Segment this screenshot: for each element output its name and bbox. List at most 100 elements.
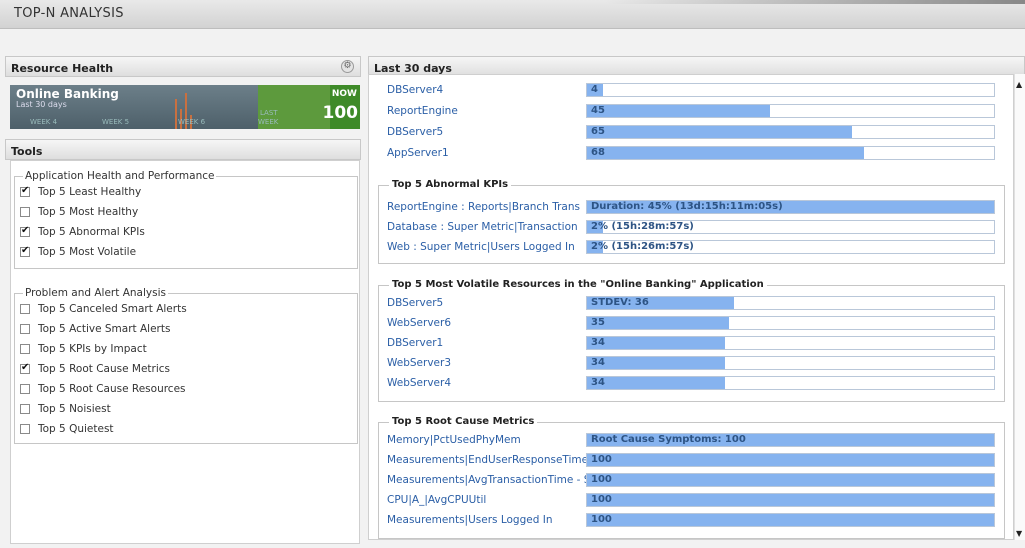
value-label: 35 (591, 317, 605, 328)
checkbox-item[interactable]: Top 5 Root Cause Resources (20, 381, 186, 397)
checkbox-label: Top 5 Noisiest (38, 403, 111, 415)
resource-link[interactable]: DBServer5 (387, 126, 443, 138)
result-row: DBServer5 65 (387, 125, 995, 141)
resource-link[interactable]: DBServer1 (387, 337, 443, 349)
resource-link[interactable]: Measurements|EndUserResponseTime (387, 454, 588, 466)
gear-icon[interactable]: ⚙ (341, 60, 354, 73)
value-label: 4 (591, 84, 598, 95)
checkbox[interactable] (20, 362, 30, 374)
value-track: 68 (586, 146, 995, 160)
resource-link[interactable]: Measurements|AvgTransactionTime - S (387, 474, 590, 486)
checkbox-label: Top 5 Root Cause Metrics (38, 363, 171, 375)
tools-title: Tools (11, 145, 43, 158)
value-bar (587, 147, 864, 159)
resource-link[interactable]: WebServer3 (387, 357, 451, 369)
health-score: 100 (322, 103, 359, 123)
value-label: 34 (591, 377, 605, 388)
scroll-down-icon[interactable]: ▼ (1016, 529, 1022, 538)
resource-link[interactable]: Measurements|Users Logged In (387, 514, 552, 526)
checkbox-item[interactable]: Top 5 Active Smart Alerts (20, 321, 170, 337)
checkbox[interactable] (20, 304, 30, 314)
title-bar-shade (605, 0, 1025, 4)
result-row: Measurements|Users Logged In 100 (387, 513, 995, 529)
value-bar (587, 474, 994, 486)
resource-link[interactable]: CPU|A_|AvgCPUUtil (387, 494, 486, 506)
value-label: STDEV: 36 (591, 297, 649, 308)
checkbox[interactable] (20, 185, 30, 197)
value-label: 45 (591, 105, 605, 116)
value-track: 100 (586, 453, 995, 467)
checkbox-item[interactable]: Top 5 Abnormal KPIs (20, 224, 145, 240)
scroll-up-icon[interactable]: ▲ (1016, 80, 1022, 89)
checkbox[interactable] (20, 324, 30, 334)
value-label: 100 (591, 514, 612, 525)
value-track: 100 (586, 473, 995, 487)
checkbox[interactable] (20, 225, 30, 237)
value-label: 34 (591, 357, 605, 368)
resource-link[interactable]: DBServer4 (387, 84, 443, 96)
result-row: WebServer4 34 (387, 376, 995, 392)
checkbox-item[interactable]: Top 5 Noisiest (20, 401, 111, 417)
problem-alert-legend: Problem and Alert Analysis (25, 287, 166, 299)
value-label: 2% (15h:28m:57s) (591, 221, 694, 232)
checkbox[interactable] (20, 245, 30, 257)
result-row: AppServer1 68 (387, 146, 995, 162)
value-track: 34 (586, 356, 995, 370)
checkbox[interactable] (20, 344, 30, 354)
checkbox-label: Top 5 KPIs by Impact (38, 343, 147, 355)
health-spike (175, 99, 177, 129)
app-title: TOP-N ANALYSIS (14, 6, 124, 21)
checkbox[interactable] (20, 404, 30, 414)
resource-link[interactable]: AppServer1 (387, 147, 449, 159)
checkbox-item[interactable]: Top 5 Most Volatile (20, 244, 136, 260)
resource-health-header: Resource Health ⚙ (5, 56, 361, 77)
value-label: 68 (591, 147, 605, 158)
week-label: WEEK 6 (178, 118, 206, 126)
checkbox-item[interactable]: Top 5 KPIs by Impact (20, 341, 147, 357)
health-period: Last 30 days (16, 100, 67, 109)
value-track: Duration: 45% (13d:15h:11m:05s) (586, 200, 995, 214)
scrollbar[interactable]: ▲ ▼ (1014, 74, 1025, 540)
section-title: Top 5 Root Cause Metrics (389, 416, 538, 427)
checkbox[interactable] (20, 424, 30, 434)
checkbox[interactable] (20, 384, 30, 394)
value-bar (587, 377, 726, 389)
resource-link[interactable]: WebServer4 (387, 377, 451, 389)
checkbox-item[interactable]: Top 5 Quietest (20, 421, 114, 437)
checkbox-label: Top 5 Abnormal KPIs (38, 226, 145, 238)
resource-link[interactable]: Web : Super Metric|Users Logged In (387, 241, 575, 253)
checkbox[interactable] (20, 207, 30, 217)
value-track: 34 (586, 336, 995, 350)
result-row: Measurements|AvgTransactionTime - S 100 (387, 473, 995, 489)
result-row: CPU|A_|AvgCPUUtil 100 (387, 493, 995, 509)
resource-link[interactable]: ReportEngine (387, 105, 458, 117)
checkbox-label: Top 5 Most Healthy (38, 206, 139, 218)
checkbox-item[interactable]: Top 5 Root Cause Metrics (20, 361, 170, 377)
checkbox-item[interactable]: Top 5 Least Healthy (20, 184, 141, 200)
section-title: Top 5 Abnormal KPIs (389, 179, 512, 190)
week-label: WEEK 4 (30, 118, 58, 126)
result-row: DBServer1 34 (387, 336, 995, 352)
result-row: WebServer3 34 (387, 356, 995, 372)
value-track: 35 (586, 316, 995, 330)
resource-link[interactable]: Memory|PctUsedPhyMem (387, 434, 521, 446)
value-track: 45 (586, 104, 995, 118)
resource-link[interactable]: Database : Super Metric|Transaction (387, 221, 578, 233)
checkbox-item[interactable]: Top 5 Most Healthy (20, 204, 138, 220)
value-label: 65 (591, 126, 605, 137)
checkbox-item[interactable]: Top 5 Canceled Smart Alerts (20, 301, 187, 317)
title-bar: TOP-N ANALYSIS (0, 0, 1025, 29)
value-label: 100 (591, 494, 612, 505)
resource-link[interactable]: WebServer6 (387, 317, 451, 329)
value-label: 34 (591, 337, 605, 348)
value-bar (587, 514, 994, 526)
health-widget[interactable]: Online Banking Last 30 days WEEK 4 WEEK … (10, 85, 360, 129)
value-bar (587, 357, 726, 369)
resource-link[interactable]: ReportEngine : Reports|Branch Trans (387, 201, 580, 213)
value-label: Root Cause Symptoms: 100 (591, 434, 746, 445)
value-bar (587, 454, 994, 466)
resource-link[interactable]: DBServer5 (387, 297, 443, 309)
value-bar (587, 126, 852, 138)
tools-header: Tools (5, 139, 361, 160)
app-health-legend: Application Health and Performance (25, 170, 215, 182)
